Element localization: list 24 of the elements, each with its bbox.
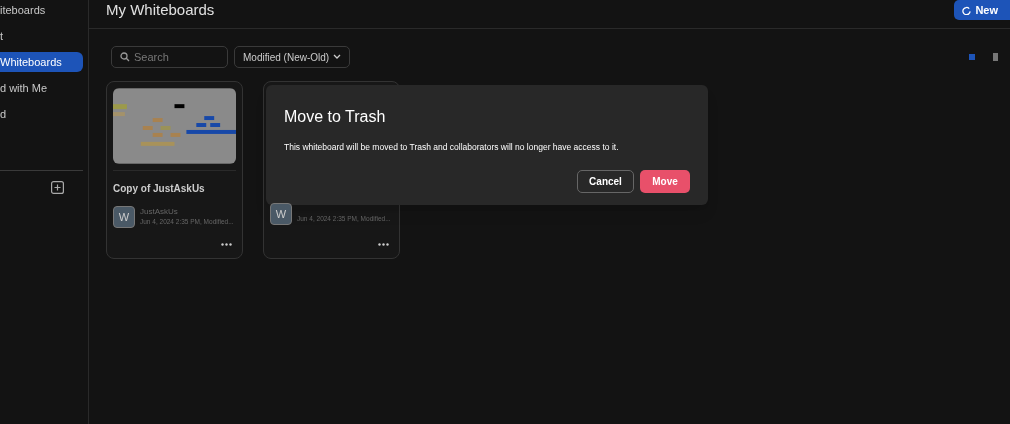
avatar: W (113, 206, 135, 228)
sidebar-item[interactable]: d with Me (0, 78, 83, 98)
move-button[interactable]: Move (640, 169, 690, 193)
new-button[interactable]: New (954, 0, 1010, 20)
dialog-message: This whiteboard will be moved to Trash and collaborators will no longer have access to it. (284, 141, 620, 154)
sidebar-item[interactable]: Whiteboards (0, 52, 83, 72)
more-icon[interactable] (221, 243, 232, 246)
avatar: W (270, 203, 292, 225)
sidebar-item[interactable]: t (0, 26, 83, 46)
sort-dropdown[interactable]: Modified (New-Old) (234, 46, 351, 68)
search-field[interactable]: Search (111, 46, 228, 68)
search-icon (120, 52, 130, 62)
cancel-button[interactable]: Cancel (577, 169, 634, 193)
sidebar-item[interactable]: iteboards (0, 0, 83, 20)
more-icon[interactable] (378, 243, 389, 246)
owner-name: JustAskUs (140, 207, 179, 217)
sidebar-item[interactable]: d (0, 104, 83, 124)
add-icon[interactable] (51, 181, 64, 194)
chevron-down-icon (333, 54, 342, 60)
card-title: Copy of JustAskUs (113, 182, 206, 196)
dialog-title: Move to Trash (284, 107, 387, 127)
refresh-icon (962, 5, 972, 15)
search-input[interactable]: Search (134, 48, 214, 66)
page-title: My Whiteboards (106, 0, 215, 20)
